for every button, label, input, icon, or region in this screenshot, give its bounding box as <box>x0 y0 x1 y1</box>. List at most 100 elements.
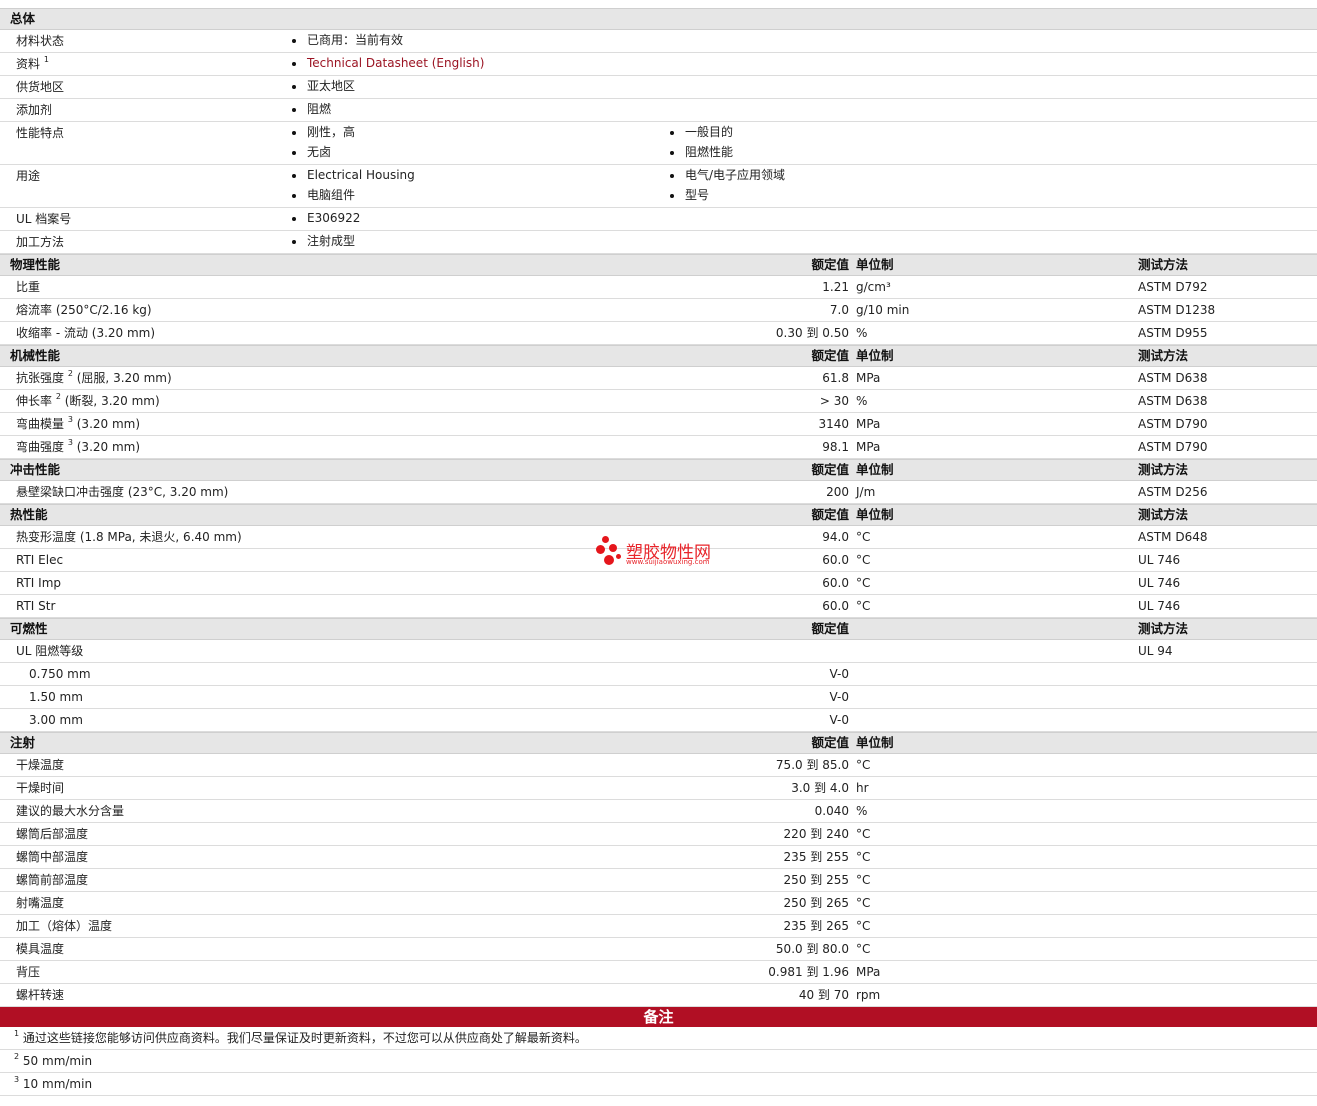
bullet-item: 亚太地区 <box>288 76 355 96</box>
section-injection-header: 注射 额定值 单位制 <box>0 732 1317 754</box>
property-method: UL 746 <box>1138 599 1181 613</box>
property-label: 收缩率 - 流动 (3.20 mm) <box>16 326 156 340</box>
property-unit: MPa <box>856 371 881 385</box>
row-label: 资料 1 <box>16 55 49 72</box>
property-value: 60.0 <box>822 576 849 590</box>
technical-datasheet-link[interactable]: Technical Datasheet (English) <box>307 56 484 70</box>
general-row-process: 加工方法 注射成型 <box>0 231 1317 254</box>
footnote: 2 50 mm/min <box>0 1050 1317 1073</box>
property-label: 背压 <box>16 965 41 979</box>
row-label: 用途 <box>16 169 41 183</box>
property-unit: % <box>856 804 868 818</box>
header-unit: 单位制 <box>856 348 894 363</box>
property-row: 伸长率 2 (断裂, 3.20 mm) > 30 % ASTM D638 <box>0 390 1317 413</box>
header-nominal: 额定值 <box>811 257 849 272</box>
property-row: 干燥时间 3.0 到 4.0 hr <box>0 777 1317 800</box>
property-label: RTI Str <box>16 599 56 613</box>
bullet-item: Electrical Housing <box>288 165 415 185</box>
property-method: UL 746 <box>1138 576 1181 590</box>
row-label: 加工方法 <box>16 235 65 249</box>
header-nominal: 额定值 <box>811 348 849 363</box>
section-impact-header: 冲击性能 额定值 单位制 测试方法 <box>0 459 1317 481</box>
property-unit: g/10 min <box>856 303 910 317</box>
row-label: 供货地区 <box>16 80 65 94</box>
bullet-item: 电气/电子应用领域 <box>666 165 785 185</box>
property-method: ASTM D648 <box>1138 530 1208 544</box>
property-row: 抗张强度 2 (屈服, 3.20 mm) 61.8 MPa ASTM D638 <box>0 367 1317 390</box>
property-unit: °C <box>856 553 871 567</box>
property-row: 螺杆转速 40 到 70 rpm <box>0 984 1317 1007</box>
property-unit: J/m <box>856 485 876 499</box>
row-label: 性能特点 <box>16 126 65 140</box>
property-label: RTI Imp <box>16 576 61 590</box>
property-row: 3.00 mm V-0 <box>0 709 1317 732</box>
property-row: RTI Imp 60.0 °C UL 746 <box>0 572 1317 595</box>
property-label: 悬壁梁缺口冲击强度 (23°C, 3.20 mm) <box>16 485 229 499</box>
property-unit: °C <box>856 758 871 772</box>
property-label: 抗张强度 2 (屈服, 3.20 mm) <box>16 369 172 386</box>
footnote-text: 50 mm/min <box>22 1054 93 1068</box>
footnote-ref: 1 <box>43 55 49 64</box>
section-mechanical-header: 机械性能 额定值 单位制 测试方法 <box>0 345 1317 367</box>
property-unit: MPa <box>856 440 881 454</box>
property-unit: % <box>856 326 868 340</box>
header-method: 测试方法 <box>1138 348 1189 363</box>
bullet-item: E306922 <box>288 208 360 228</box>
property-value: 60.0 <box>822 553 849 567</box>
section-title: 总体 <box>10 11 36 26</box>
property-row: 加工（熔体）温度 235 到 265 °C <box>0 915 1317 938</box>
property-label: 加工（熔体）温度 <box>16 919 113 933</box>
bullet-item: 电脑组件 <box>288 185 415 205</box>
watermark-logo: 塑胶物性网 www.suijiaowuxing.com <box>596 536 736 572</box>
property-row: 螺筒后部温度 220 到 240 °C <box>0 823 1317 846</box>
general-row-region: 供货地区 亚太地区 <box>0 76 1317 99</box>
property-label: 螺杆转速 <box>16 988 65 1002</box>
property-value: 50.0 到 80.0 <box>775 942 849 956</box>
bullet-item: 已商用：当前有效 <box>288 30 403 50</box>
footnote-text: 通过这些链接您能够访问供应商资料。我们尽量保证及时更新资料，不过您可以从供应商处… <box>22 1031 587 1045</box>
footnote-number: 3 <box>14 1075 20 1084</box>
general-row-features: 性能特点 刚性，高 无卤 一般目的 阻燃性能 <box>0 122 1317 165</box>
property-unit: °C <box>856 896 871 910</box>
property-value: V-0 <box>829 690 849 704</box>
property-value: 235 到 265 <box>783 919 849 933</box>
property-value: 3140 <box>818 417 849 431</box>
bullet-item: 阻燃性能 <box>666 142 733 162</box>
property-label: 弯曲模量 3 (3.20 mm) <box>16 415 141 432</box>
property-row: 弯曲模量 3 (3.20 mm) 3140 MPa ASTM D790 <box>0 413 1317 436</box>
property-value: 235 到 255 <box>783 850 849 864</box>
footnote-text: 10 mm/min <box>22 1077 93 1091</box>
property-value: 3.0 到 4.0 <box>791 781 849 795</box>
section-physical-header: 物理性能 额定值 单位制 测试方法 <box>0 254 1317 276</box>
header-method: 测试方法 <box>1138 257 1189 272</box>
general-row-ul: UL 档案号 E306922 <box>0 208 1317 231</box>
property-unit: °C <box>856 873 871 887</box>
bullet-item: 注射成型 <box>288 231 355 251</box>
datasheet-page: 总体 材料状态 已商用：当前有效 资料 1 Technical Datashee… <box>0 0 1317 1106</box>
property-value: 0.30 到 0.50 <box>775 326 849 340</box>
bullet-item: 阻燃 <box>288 99 331 119</box>
property-row: RTI Str 60.0 °C UL 746 <box>0 595 1317 618</box>
property-row: 模具温度 50.0 到 80.0 °C <box>0 938 1317 961</box>
property-unit: °C <box>856 576 871 590</box>
property-label: 射嘴温度 <box>16 896 65 910</box>
property-value: 7.0 <box>829 303 849 317</box>
section-title: 冲击性能 <box>10 462 61 477</box>
property-row: UL 阻燃等级 UL 94 <box>0 640 1317 663</box>
property-label: 伸长率 2 (断裂, 3.20 mm) <box>16 392 160 409</box>
property-value: 200 <box>826 485 849 499</box>
footnote: 3 10 mm/min <box>0 1073 1317 1096</box>
property-unit: MPa <box>856 965 881 979</box>
property-value: 250 到 265 <box>783 896 849 910</box>
property-row: 熔流率 (250°C/2.16 kg) 7.0 g/10 min ASTM D1… <box>0 299 1317 322</box>
row-label: 材料状态 <box>16 34 65 48</box>
footnote-number: 2 <box>14 1052 20 1061</box>
property-row: 背压 0.981 到 1.96 MPa <box>0 961 1317 984</box>
property-label: 干燥温度 <box>16 758 65 772</box>
bullet-item: 型号 <box>666 185 785 205</box>
header-method: 测试方法 <box>1138 621 1189 636</box>
property-row: 悬壁梁缺口冲击强度 (23°C, 3.20 mm) 200 J/m ASTM D… <box>0 481 1317 504</box>
bullet-item: 无卤 <box>288 142 355 162</box>
property-method: ASTM D790 <box>1138 440 1208 454</box>
section-title: 热性能 <box>10 507 48 522</box>
